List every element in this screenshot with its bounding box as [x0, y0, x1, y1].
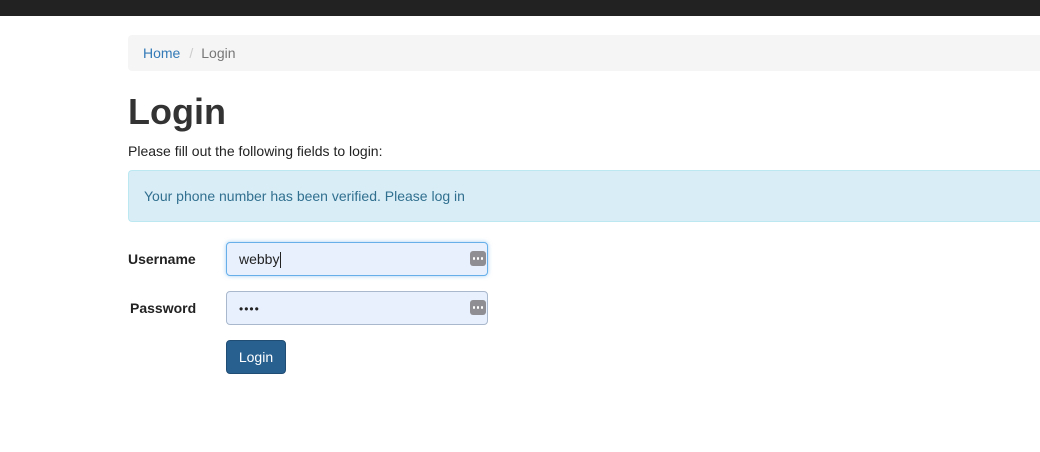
- page-title: Login: [128, 91, 226, 132]
- verification-alert: Your phone number has been verified. Ple…: [128, 170, 1040, 222]
- password-manager-key-icon[interactable]: [470, 251, 486, 266]
- alert-message: Your phone number has been verified. Ple…: [144, 188, 465, 204]
- breadcrumb: Home / Login: [128, 35, 1040, 71]
- page-intro-text: Please fill out the following fields to …: [128, 143, 383, 159]
- password-label: Password: [130, 300, 197, 316]
- login-button[interactable]: Login: [226, 340, 286, 374]
- password-manager-key-icon[interactable]: [470, 300, 486, 315]
- breadcrumb-separator: /: [189, 45, 194, 61]
- username-value: webby: [239, 251, 280, 267]
- password-input[interactable]: ••••: [226, 291, 488, 325]
- text-caret: [280, 252, 282, 269]
- username-value-wrap: webby: [239, 243, 282, 275]
- username-label: Username: [128, 251, 196, 267]
- password-mask: ••••: [239, 302, 260, 316]
- username-input[interactable]: webby: [226, 242, 488, 276]
- password-value-wrap: ••••: [239, 292, 260, 324]
- breadcrumb-home-link[interactable]: Home: [143, 45, 180, 61]
- breadcrumb-current: Login: [201, 45, 236, 61]
- top-navbar: [0, 0, 1040, 16]
